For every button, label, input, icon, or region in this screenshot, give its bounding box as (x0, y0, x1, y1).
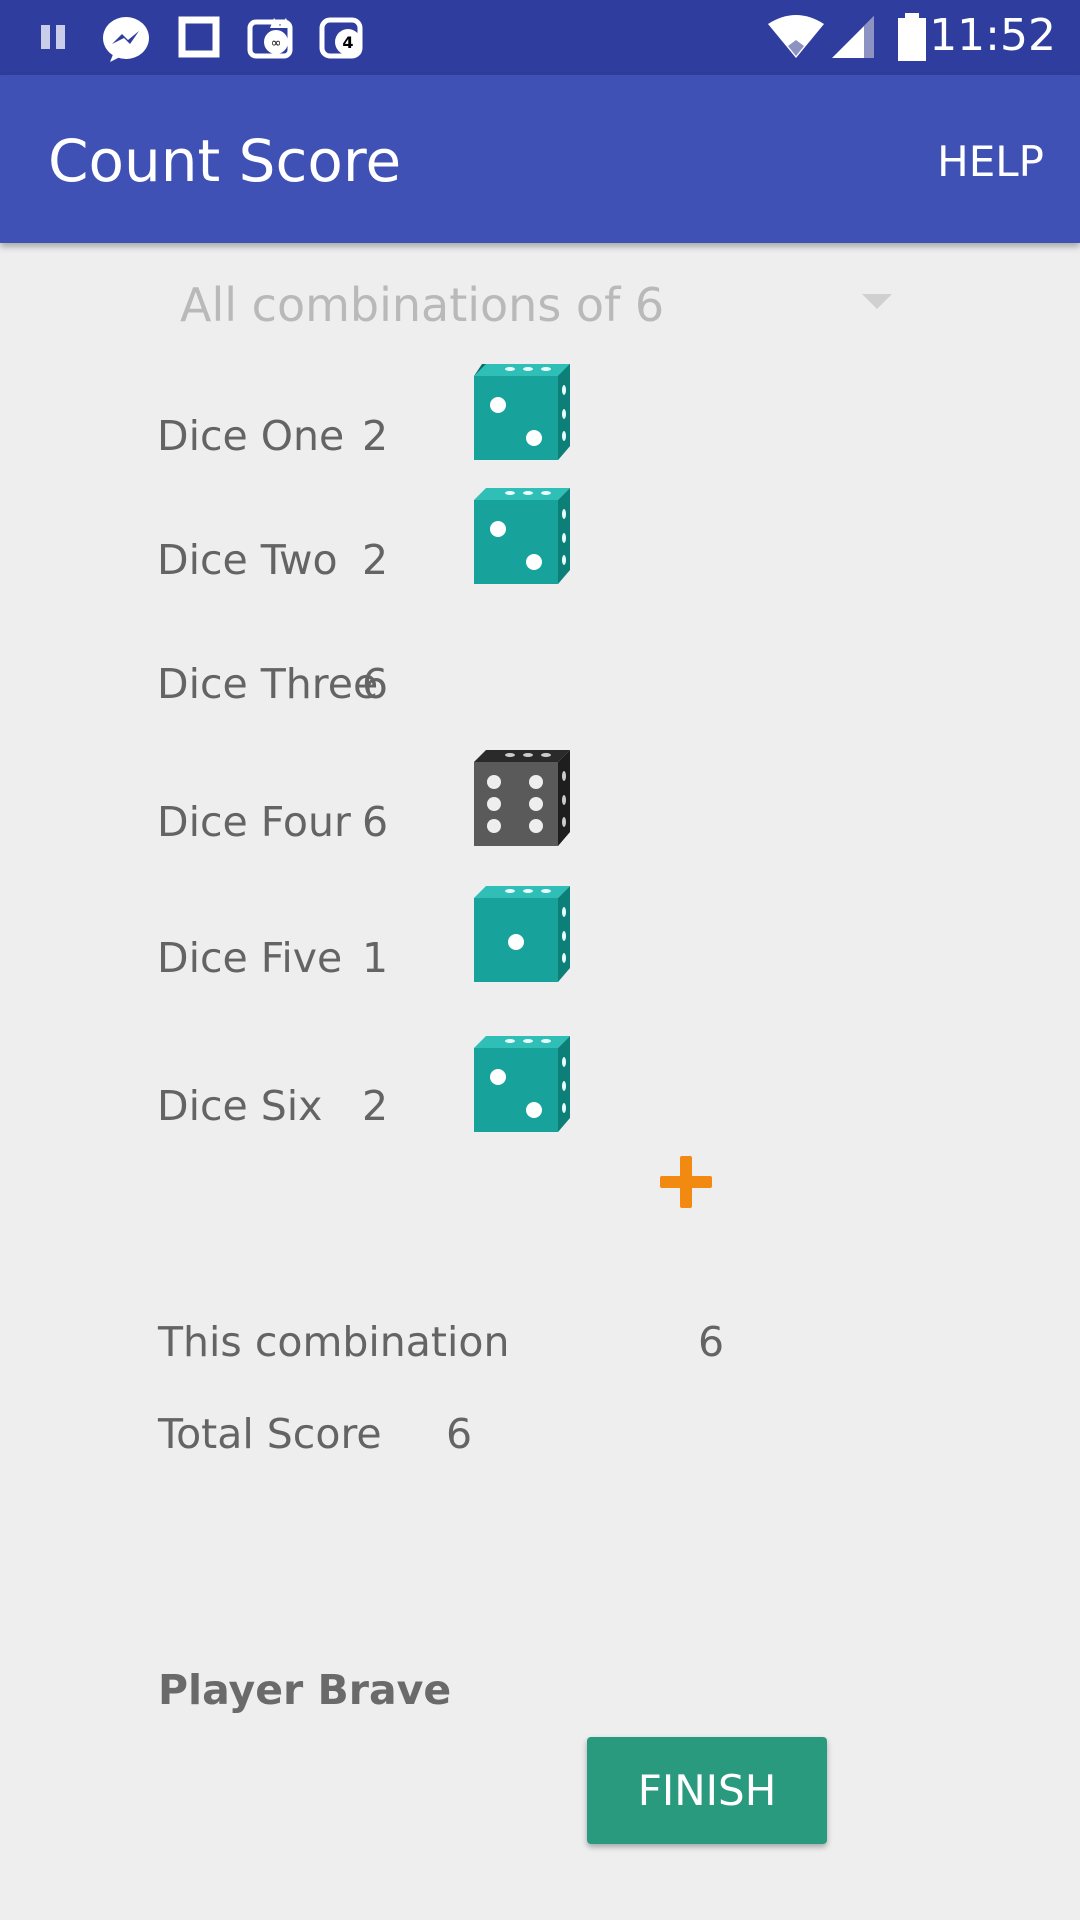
status-bar: ∞ 4 11:52 (0, 0, 1080, 75)
die-six-icon[interactable] (470, 746, 574, 850)
dice-label: Dice Six (157, 1082, 323, 1130)
die-two-icon[interactable] (470, 360, 574, 464)
svg-text:∞: ∞ (271, 36, 282, 51)
battery-icon (898, 13, 926, 61)
finish-button[interactable]: FINISH (587, 1737, 827, 1844)
dice-row-one: Dice One 2 (0, 360, 1080, 470)
die-one-icon[interactable] (470, 882, 574, 986)
dice-label: Dice Two (157, 536, 338, 584)
total-score-label: Total Score (158, 1410, 382, 1458)
dropdown-arrow-icon (862, 294, 892, 309)
dice-label: Dice One (157, 412, 345, 460)
player-name: Player Brave (158, 1666, 452, 1714)
combination-spinner-value: All combinations of 6 (180, 278, 665, 332)
dice-row-three: Dice Three 6 (0, 608, 1080, 718)
dice-row-four: Dice Four 6 (0, 746, 1080, 856)
svg-text:4: 4 (342, 33, 353, 52)
plus-icon[interactable] (660, 1156, 712, 1208)
square-icon (178, 16, 220, 58)
die-two-icon[interactable] (470, 1032, 574, 1136)
dice-label: Dice Four (157, 798, 351, 846)
dice-value: 6 (362, 798, 389, 846)
messenger-icon (103, 17, 149, 62)
combination-spinner[interactable]: All combinations of 6 (150, 270, 910, 340)
combination-value: 6 (698, 1318, 725, 1366)
dice-value: 2 (362, 1082, 389, 1130)
wifi-icon (768, 15, 824, 58)
dice-row-six: Dice Six 2 (0, 1032, 1080, 1142)
status-time: 11:52 (929, 10, 1056, 61)
dice-value: 1 (362, 934, 389, 982)
dice-label: Dice Three (157, 660, 379, 708)
pause-icon (41, 25, 65, 49)
dice-row-two: Dice Two 2 (0, 484, 1080, 594)
dice-row-five: Dice Five 1 (0, 882, 1080, 992)
dice-value: 6 (362, 660, 389, 708)
app-bar: Count Score HELP (0, 75, 1080, 243)
notification-4-icon: 4 (319, 17, 363, 59)
signal-icon (832, 16, 874, 58)
dice-value: 2 (362, 412, 389, 460)
combination-label: This combination (158, 1318, 510, 1366)
page-title: Count Score (48, 127, 402, 195)
cat-infinity-icon: ∞ (247, 18, 293, 59)
die-two-icon[interactable] (470, 484, 574, 588)
dice-value: 2 (362, 536, 389, 584)
dice-label: Dice Five (157, 934, 343, 982)
help-button[interactable]: HELP (937, 137, 1044, 186)
total-score-value: 6 (446, 1410, 473, 1458)
